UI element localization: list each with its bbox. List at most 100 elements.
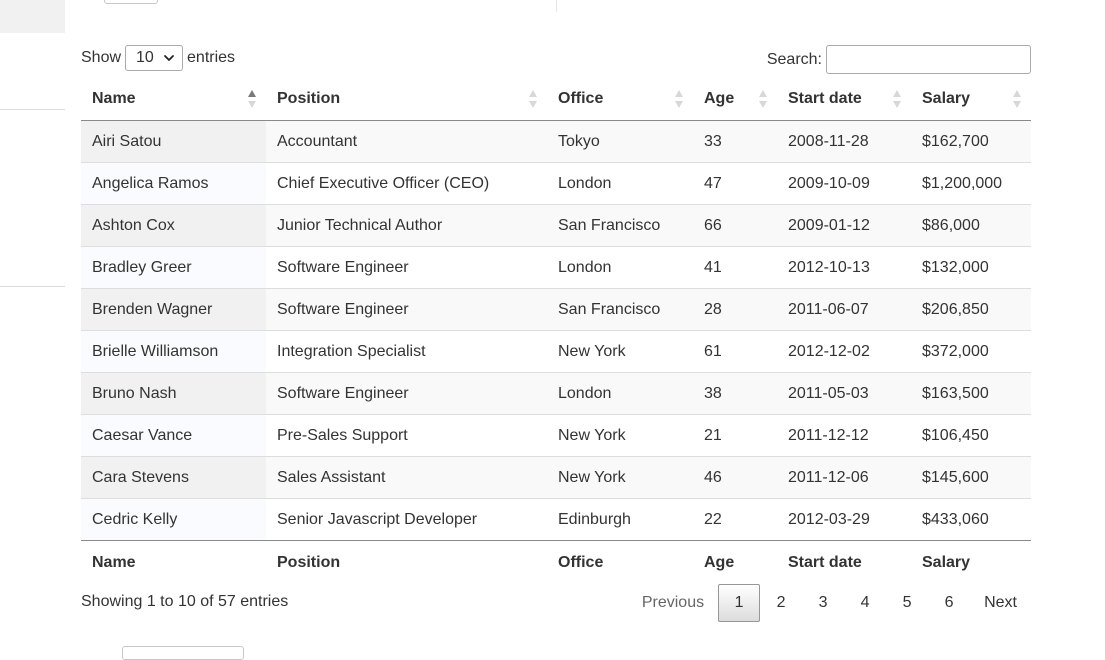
cell-salary: $132,000 (911, 246, 1031, 289)
cell-name: Bruno Nash (81, 372, 266, 415)
footer-name: Name (81, 540, 266, 585)
pagination: Previous 1 2 3 4 5 6 Next (628, 583, 1031, 623)
page-button-3[interactable]: 3 (802, 584, 844, 622)
page-button-2[interactable]: 2 (760, 584, 802, 622)
page-button-1[interactable]: 1 (718, 584, 761, 622)
footer-position: Position (266, 540, 547, 585)
cell-office: New York (547, 456, 693, 499)
cell-position: Sales Assistant (266, 456, 547, 499)
column-header-label: Name (92, 90, 136, 107)
cell-position: Software Engineer (266, 372, 547, 415)
cell-office: San Francisco (547, 204, 693, 247)
cell-position: Chief Executive Officer (CEO) (266, 162, 547, 205)
cell-salary: $145,600 (911, 456, 1031, 499)
data-table: Name Position Office Age Start date Sala… (81, 78, 1031, 585)
cell-office: Edinburgh (547, 498, 693, 541)
chevron-down-icon (164, 55, 174, 61)
sort-icon (674, 90, 684, 108)
cell-age: 21 (693, 414, 777, 457)
footer-salary: Salary (911, 540, 1031, 585)
cell-start-date: 2012-10-13 (777, 246, 911, 289)
sidebar-divider (0, 109, 65, 110)
sort-icon (758, 90, 768, 108)
search-control: Search: (767, 44, 1031, 75)
column-header-position[interactable]: Position (266, 78, 547, 121)
cell-age: 22 (693, 498, 777, 541)
sort-ascending-icon (247, 90, 257, 108)
cell-position: Pre-Sales Support (266, 414, 547, 457)
page-button-4[interactable]: 4 (844, 584, 886, 622)
cell-name: Caesar Vance (81, 414, 266, 457)
cell-age: 28 (693, 288, 777, 331)
cell-salary: $86,000 (911, 204, 1031, 247)
column-header-label: Salary (922, 90, 971, 107)
table-header: Name Position Office Age Start date Sala… (81, 78, 1031, 121)
top-control-fragment[interactable] (104, 0, 158, 4)
cell-start-date: 2009-10-09 (777, 162, 911, 205)
column-header-salary[interactable]: Salary (911, 78, 1031, 121)
footer-row: Name Position Office Age Start date Sala… (81, 540, 1031, 585)
cell-name: Bradley Greer (81, 246, 266, 289)
cell-salary: $206,850 (911, 288, 1031, 331)
cell-salary: $163,500 (911, 372, 1031, 415)
cell-age: 41 (693, 246, 777, 289)
page-button-5[interactable]: 5 (886, 584, 928, 622)
cell-age: 61 (693, 330, 777, 373)
cell-age: 46 (693, 456, 777, 499)
entries-per-page-select[interactable]: 10 (125, 45, 184, 71)
cell-start-date: 2011-05-03 (777, 372, 911, 415)
cell-position: Software Engineer (266, 246, 547, 289)
page-button-6[interactable]: 6 (928, 584, 970, 622)
cell-salary: $372,000 (911, 330, 1031, 373)
table-row: Ashton Cox Junior Technical Author San Fra… (81, 204, 1031, 247)
cell-position: Software Engineer (266, 288, 547, 331)
sidebar-fragment (0, 0, 65, 33)
cell-name: Angelica Ramos (81, 162, 266, 205)
cell-age: 33 (693, 120, 777, 163)
column-header-label: Office (558, 90, 604, 107)
cell-position: Junior Technical Author (266, 204, 547, 247)
sort-icon (892, 90, 902, 108)
cell-start-date: 2011-12-12 (777, 414, 911, 457)
column-header-office[interactable]: Office (547, 78, 693, 121)
cell-name: Cedric Kelly (81, 498, 266, 541)
cell-start-date: 2008-11-28 (777, 120, 911, 163)
cell-salary: $106,450 (911, 414, 1031, 457)
next-button[interactable]: Next (970, 584, 1031, 622)
column-header-start-date[interactable]: Start date (777, 78, 911, 121)
cell-position: Senior Javascript Developer (266, 498, 547, 541)
column-header-name[interactable]: Name (81, 78, 266, 121)
sort-icon (1012, 90, 1022, 108)
cell-name: Cara Stevens (81, 456, 266, 499)
cell-start-date: 2011-12-06 (777, 456, 911, 499)
bottom-control-fragment[interactable] (122, 646, 244, 660)
cell-start-date: 2012-12-02 (777, 330, 911, 373)
cell-office: London (547, 246, 693, 289)
cell-age: 66 (693, 204, 777, 247)
cell-position: Accountant (266, 120, 547, 163)
table-row: Bruno Nash Software Engineer London 38 2011-… (81, 372, 1031, 415)
cell-salary: $162,700 (911, 120, 1031, 163)
table-footer: Name Position Office Age Start date Sala… (81, 540, 1031, 585)
cell-name: Ashton Cox (81, 204, 266, 247)
cell-office: London (547, 372, 693, 415)
cell-salary: $433,060 (911, 498, 1031, 541)
top-divider (556, 0, 557, 12)
table-body: Airi Satou Accountant Tokyo 33 2008-11-28 $16… (81, 120, 1031, 541)
search-input[interactable] (826, 45, 1031, 74)
previous-button[interactable]: Previous (628, 584, 718, 622)
table-info: Showing 1 to 10 of 57 entries (81, 593, 289, 610)
table-row: Airi Satou Accountant Tokyo 33 2008-11-28 $16… (81, 120, 1031, 163)
cell-office: Tokyo (547, 120, 693, 163)
entries-label: entries (187, 49, 236, 66)
table-row: Brielle Williamson Integration Specialist… (81, 330, 1031, 373)
cell-start-date: 2011-06-07 (777, 288, 911, 331)
header-row: Name Position Office Age Start date Sala… (81, 78, 1031, 121)
table-row: Bradley Greer Software Engineer London 41 20… (81, 246, 1031, 289)
column-header-label: Start date (788, 90, 862, 107)
length-control: Show 10 entries (81, 45, 235, 71)
column-header-age[interactable]: Age (693, 78, 777, 121)
cell-office: New York (547, 414, 693, 457)
cell-start-date: 2012-03-29 (777, 498, 911, 541)
sidebar-divider (0, 286, 65, 287)
